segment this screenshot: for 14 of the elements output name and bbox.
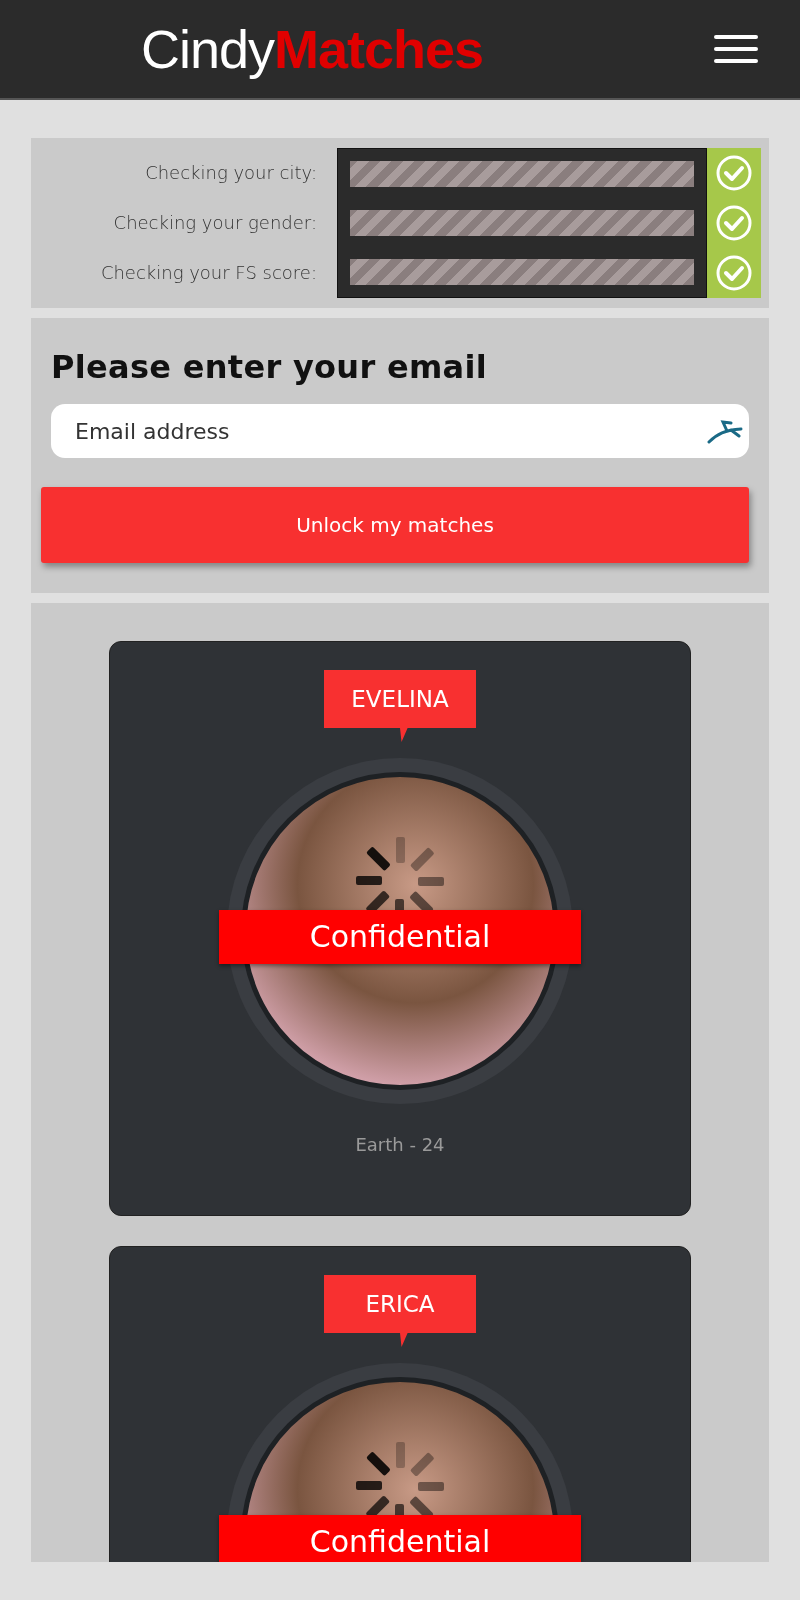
email-field[interactable]: Email address <box>51 404 749 458</box>
check-label: Checking your gender: <box>113 211 317 235</box>
location-age: Earth - 24 <box>355 1134 445 1155</box>
unlock-button[interactable]: Unlock my matches <box>41 487 749 563</box>
name-tag: ERICA <box>324 1275 476 1347</box>
confidential-banner: Confidential <box>219 1515 581 1562</box>
name-tag: EVELINA <box>324 670 476 742</box>
confidential-banner: Confidential <box>219 910 581 964</box>
check-label: Checking your FS score: <box>100 261 317 285</box>
form-title: Please enter your email <box>51 348 489 386</box>
check-label: Checking your city: <box>145 161 317 185</box>
logo[interactable]: CindyMatches <box>141 18 484 80</box>
menu-icon[interactable] <box>714 34 758 64</box>
swoosh-icon <box>707 418 745 444</box>
